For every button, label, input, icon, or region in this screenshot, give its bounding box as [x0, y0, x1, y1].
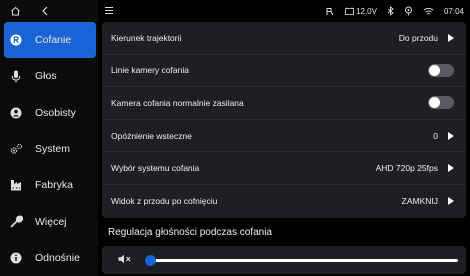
volume-mute-icon[interactable] — [118, 251, 131, 269]
volume-slider-knob[interactable] — [145, 255, 156, 266]
setting-value: AHD 720p 25fps — [375, 163, 438, 174]
toggle-knob — [429, 97, 440, 109]
setting-label: Wybór systemu cofania — [111, 163, 200, 174]
chevron-right-icon — [448, 33, 454, 42]
setting-label: Widok z przodu po cofnięciu — [111, 196, 218, 207]
camera-power-toggle[interactable] — [428, 96, 454, 110]
setting-camera-power: Kamera cofania normalnie zasilana — [102, 87, 466, 120]
chevron-right-icon — [448, 197, 454, 206]
sidebar-item-odnosnie[interactable]: Odnośnie — [0, 240, 98, 276]
personal-icon — [9, 106, 23, 120]
sidebar-item-label: Osobisty — [35, 106, 76, 119]
bluetooth-icon — [387, 6, 394, 16]
clock: 07:04 — [443, 6, 464, 16]
setting-label: Opóźnienie wsteczne — [111, 130, 192, 141]
sidebar-item-label: Głos — [35, 70, 57, 83]
setting-reverse-system[interactable]: Wybór systemu cofania AHD 720p 25fps — [102, 152, 466, 185]
home-button[interactable] — [0, 0, 30, 22]
reverse-icon — [9, 33, 23, 47]
sidebar-item-label: Więcej — [35, 215, 67, 228]
status-bar-nav — [0, 0, 98, 22]
setting-camera-lines: Linie kamery cofania — [102, 55, 466, 88]
sidebar: Cofanie Głos Osobisty System Fabryka Wię… — [0, 22, 98, 276]
volume-panel — [102, 246, 466, 274]
main-content: Kierunek trajektorii Do przodu Linie kam… — [98, 22, 470, 276]
battery-icon — [345, 7, 354, 15]
setting-value: 0 — [433, 130, 438, 141]
sidebar-item-label: Fabryka — [35, 179, 73, 192]
menu-icon — [105, 6, 113, 14]
chevron-right-icon — [448, 131, 454, 140]
setting-reverse-delay[interactable]: Opóźnienie wsteczne 0 — [102, 120, 466, 153]
setting-value: Do przodu — [398, 32, 438, 43]
parking-icon — [326, 7, 334, 15]
info-icon — [9, 251, 23, 265]
menu-button[interactable] — [104, 6, 114, 17]
volume-section-title: Regulacja głośności podczas cofania — [108, 227, 272, 238]
wrench-icon — [9, 215, 23, 229]
back-button[interactable] — [30, 0, 60, 22]
setting-value: ZAMKNIJ — [401, 196, 438, 207]
sidebar-item-label: Odnośnie — [35, 251, 80, 264]
voltage-value: 12.0V — [356, 6, 377, 16]
setting-front-view[interactable]: Widok z przodu po cofnięciu ZAMKNIJ — [102, 185, 466, 218]
wifi-icon — [423, 7, 434, 14]
toggle-knob — [429, 64, 440, 76]
sidebar-item-wiecej[interactable]: Więcej — [0, 203, 98, 239]
home-icon — [10, 6, 20, 16]
sidebar-item-glos[interactable]: Głos — [0, 58, 98, 94]
microphone-icon — [9, 69, 23, 83]
sidebar-item-label: Cofanie — [35, 34, 72, 47]
sidebar-item-osobisty[interactable]: Osobisty — [0, 95, 98, 131]
settings-icon — [9, 142, 23, 156]
setting-label: Linie kamery cofania — [111, 65, 189, 76]
location-icon — [405, 6, 412, 16]
volume-slider[interactable] — [145, 255, 458, 266]
back-icon — [42, 6, 48, 16]
setting-trajectory-direction[interactable]: Kierunek trajektorii Do przodu — [102, 22, 466, 55]
chevron-right-icon — [448, 164, 454, 173]
status-bar: 12.0V 07:04 — [0, 0, 470, 22]
sidebar-item-label: System — [35, 143, 71, 156]
sidebar-item-fabryka[interactable]: Fabryka — [0, 167, 98, 203]
sidebar-item-cofanie[interactable]: Cofanie — [4, 22, 96, 59]
sidebar-item-system[interactable]: System — [0, 131, 98, 167]
settings-panel: Kierunek trajektorii Do przodu Linie kam… — [102, 22, 466, 218]
camera-lines-toggle[interactable] — [428, 63, 454, 77]
setting-label: Kierunek trajektorii — [111, 32, 182, 43]
voltage-indicator: 12.0V — [345, 7, 377, 16]
setting-label: Kamera cofania normalnie zasilana — [111, 97, 244, 108]
factory-icon — [9, 178, 23, 192]
